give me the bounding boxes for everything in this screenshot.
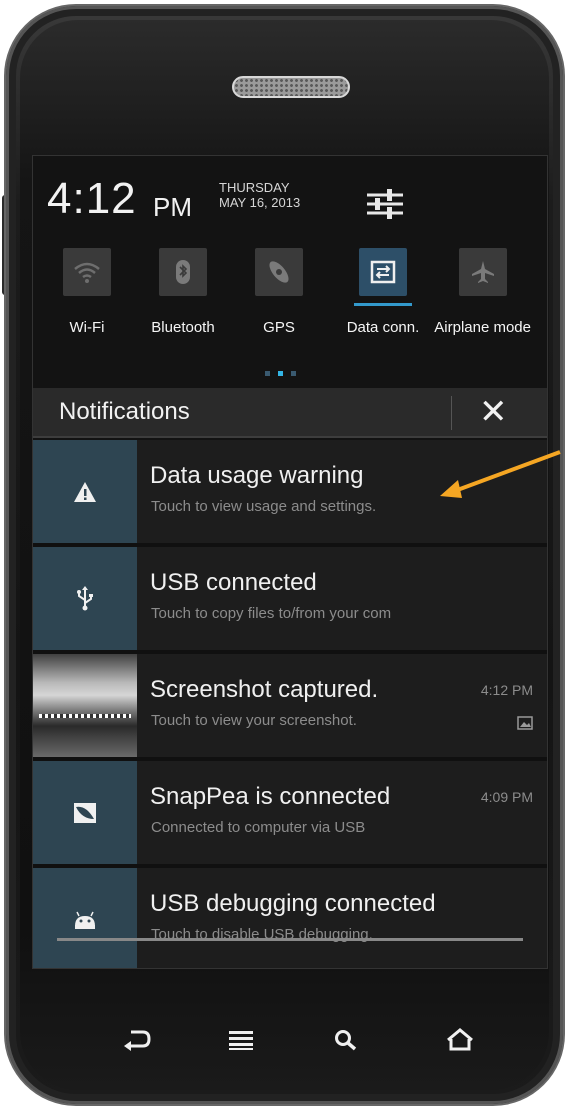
toggle-label: Wi-Fi xyxy=(69,319,105,336)
toggle-gps[interactable]: GPS xyxy=(237,248,327,368)
toggle-airplane-mode[interactable]: Airplane mode xyxy=(434,248,531,368)
notification-subtitle: Touch to copy files to/from your com xyxy=(151,605,392,622)
search-button[interactable] xyxy=(326,1025,366,1055)
menu-icon xyxy=(229,1031,253,1050)
bluetooth-icon xyxy=(159,248,207,296)
notification-title: USB debugging connected xyxy=(150,890,436,917)
search-icon xyxy=(335,1030,357,1051)
toggle-bluetooth[interactable]: Bluetooth xyxy=(141,248,231,368)
home-icon xyxy=(447,1028,473,1051)
wifi-icon xyxy=(63,248,111,296)
page-indicator xyxy=(261,363,300,381)
clock-time: 4:12 xyxy=(47,174,137,223)
notification-time: 4:12 PM xyxy=(480,682,533,698)
annotation-arrow xyxy=(440,450,561,498)
notification-subtitle: Connected to computer via USB xyxy=(151,819,366,836)
snappea-icon xyxy=(33,761,137,864)
warning-icon xyxy=(33,440,137,543)
android-debug-icon xyxy=(33,868,137,968)
notification-shade: 4:12 PM THURSDAY MAY 16, 2013 Wi-Fi Blue… xyxy=(32,155,548,969)
back-button[interactable] xyxy=(116,1025,156,1055)
settings-sliders-icon[interactable] xyxy=(363,186,407,222)
notification-subtitle: Touch to view your screenshot. xyxy=(151,712,357,729)
clear-all-button[interactable]: ✕ xyxy=(479,394,508,430)
toggle-label: GPS xyxy=(263,319,295,336)
toggle-data-connection[interactable]: Data conn. xyxy=(341,248,431,368)
airplane-icon xyxy=(459,248,507,296)
screenshot-thumbnail xyxy=(33,654,137,757)
quick-settings: Wi-Fi Bluetooth GPS Data conn. Airplane … xyxy=(33,238,547,388)
toggle-label: Airplane mode xyxy=(434,319,531,336)
notification-time: 4:09 PM xyxy=(480,789,533,805)
notification-title: SnapPea is connected xyxy=(150,783,391,810)
page-dot xyxy=(291,371,296,376)
date-label: MAY 16, 2013 xyxy=(219,195,301,210)
gps-icon xyxy=(255,248,303,296)
notification-list-edge xyxy=(57,938,523,941)
notification-usb-debugging[interactable]: USB debugging connected Touch to disable… xyxy=(33,868,547,968)
day-label: THURSDAY xyxy=(219,180,290,195)
page-dot-active xyxy=(278,371,283,376)
notification-screenshot[interactable]: Screenshot captured. Touch to view your … xyxy=(33,654,547,757)
status-header: 4:12 PM THURSDAY MAY 16, 2013 xyxy=(33,156,547,238)
notifications-title: Notifications xyxy=(59,398,190,425)
screenshot-thumbnail-image xyxy=(33,654,137,757)
date-block: THURSDAY MAY 16, 2013 xyxy=(219,180,300,210)
usb-icon xyxy=(33,547,137,650)
notification-title: Data usage warning xyxy=(150,462,364,489)
header-divider xyxy=(451,396,452,430)
earpiece-speaker xyxy=(232,76,350,98)
page-dot xyxy=(265,371,270,376)
data-connection-icon xyxy=(359,248,407,296)
image-icon xyxy=(517,716,533,730)
toggle-label: Bluetooth xyxy=(151,319,215,336)
notification-title: USB connected xyxy=(150,569,317,596)
toggle-wifi[interactable]: Wi-Fi xyxy=(45,248,135,368)
active-indicator xyxy=(354,303,412,306)
notification-usb-connected[interactable]: USB connected Touch to copy files to/fro… xyxy=(33,547,547,650)
toggle-label: Data conn. xyxy=(346,319,420,336)
menu-button[interactable] xyxy=(221,1025,261,1055)
home-button[interactable] xyxy=(440,1025,480,1055)
notifications-header: Notifications ✕ xyxy=(33,388,547,438)
back-icon xyxy=(124,1030,151,1051)
notification-title: Screenshot captured. xyxy=(150,676,379,703)
notification-snappea[interactable]: SnapPea is connected Connected to comput… xyxy=(33,761,547,864)
clock-ampm: PM xyxy=(153,192,192,222)
